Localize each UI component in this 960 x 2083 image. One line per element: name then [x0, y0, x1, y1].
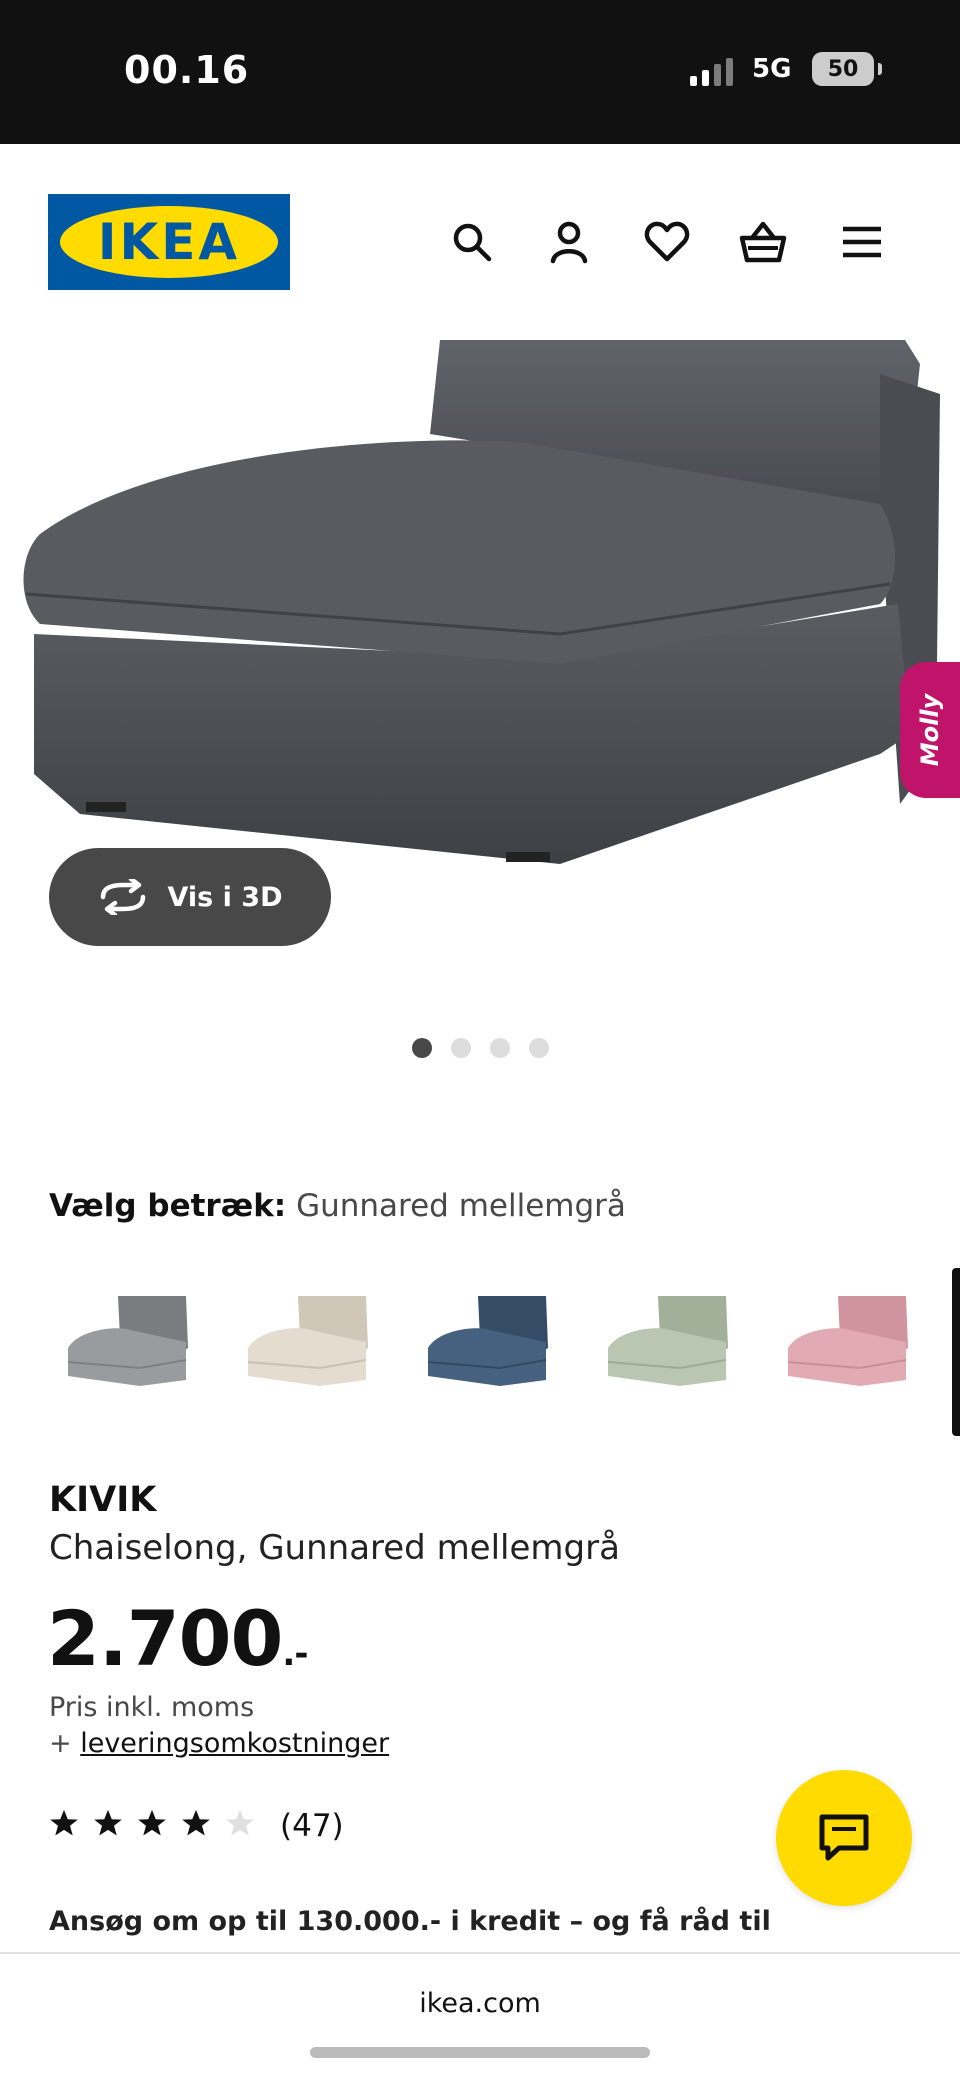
status-bar: 00.16 5G 50 — [0, 0, 960, 144]
menu-icon[interactable] — [836, 216, 888, 268]
vat-note: Pris inkl. moms — [49, 1692, 255, 1723]
product-description: Chaiselong, Gunnared mellemgrå — [49, 1528, 620, 1568]
review-count[interactable]: (47) — [280, 1808, 344, 1844]
home-indicator[interactable] — [310, 2047, 650, 2058]
product-price: 2.700.- — [47, 1594, 308, 1683]
delivery-note: + leveringsomkostninger — [49, 1728, 389, 1759]
star-icon — [50, 1809, 78, 1836]
molly-assistant-tab[interactable]: Molly — [900, 662, 960, 798]
swatch-blue[interactable] — [420, 1268, 596, 1418]
gallery-dot[interactable] — [529, 1038, 549, 1058]
search-icon[interactable] — [446, 216, 498, 268]
view-in-3d-label: Vis i 3D — [167, 881, 283, 913]
star-empty-icon — [226, 1809, 254, 1836]
swatch-pink[interactable] — [780, 1268, 956, 1418]
rating-stars[interactable] — [49, 1808, 255, 1838]
star-icon — [182, 1809, 210, 1836]
signal-icon — [690, 58, 733, 86]
delivery-costs-link[interactable]: leveringsomkostninger — [80, 1728, 389, 1759]
star-icon — [94, 1809, 122, 1836]
url-text[interactable]: ikea.com — [0, 1988, 960, 2019]
chat-icon — [819, 1814, 869, 1861]
ikea-logo[interactable]: IKEA — [48, 194, 290, 290]
rotate-3d-icon — [101, 879, 146, 915]
battery-level: 50 — [827, 56, 859, 82]
battery-icon: 50 — [812, 52, 882, 86]
product-image[interactable] — [0, 334, 960, 1054]
gallery-dot[interactable] — [451, 1038, 471, 1058]
gallery-dot[interactable] — [412, 1038, 432, 1058]
browser-bar: ikea.com — [0, 1952, 960, 2083]
basket-icon[interactable] — [737, 216, 789, 268]
logo-text: IKEA — [97, 213, 241, 271]
molly-label: Molly — [916, 693, 944, 767]
cover-swatches — [40, 1268, 940, 1418]
price-suffix: .- — [282, 1634, 308, 1674]
swatch-beige[interactable] — [240, 1268, 416, 1418]
gallery-dot[interactable] — [490, 1038, 510, 1058]
cover-value: Gunnared mellemgrå — [296, 1188, 626, 1224]
status-time: 00.16 — [124, 48, 250, 92]
cover-selector-label: Vælg betræk: Gunnared mellemgrå — [49, 1188, 626, 1224]
view-in-3d-button[interactable]: Vis i 3D — [49, 848, 331, 946]
chat-button[interactable] — [776, 1770, 912, 1906]
swatch-scrollbar[interactable] — [952, 1268, 960, 1436]
product-name: KIVIK — [49, 1480, 157, 1520]
cover-label: Vælg betræk: — [49, 1188, 287, 1224]
swatch-green[interactable] — [600, 1268, 776, 1418]
delivery-prefix: + — [49, 1728, 81, 1759]
star-icon — [138, 1809, 166, 1836]
gallery-pagination — [412, 1038, 549, 1058]
site-header: IKEA — [0, 144, 960, 334]
user-icon[interactable] — [543, 216, 595, 268]
heart-icon[interactable] — [641, 216, 693, 268]
network-label: 5G — [752, 54, 792, 84]
swatch-grey[interactable] — [60, 1268, 236, 1418]
price-value: 2.700 — [47, 1594, 283, 1683]
